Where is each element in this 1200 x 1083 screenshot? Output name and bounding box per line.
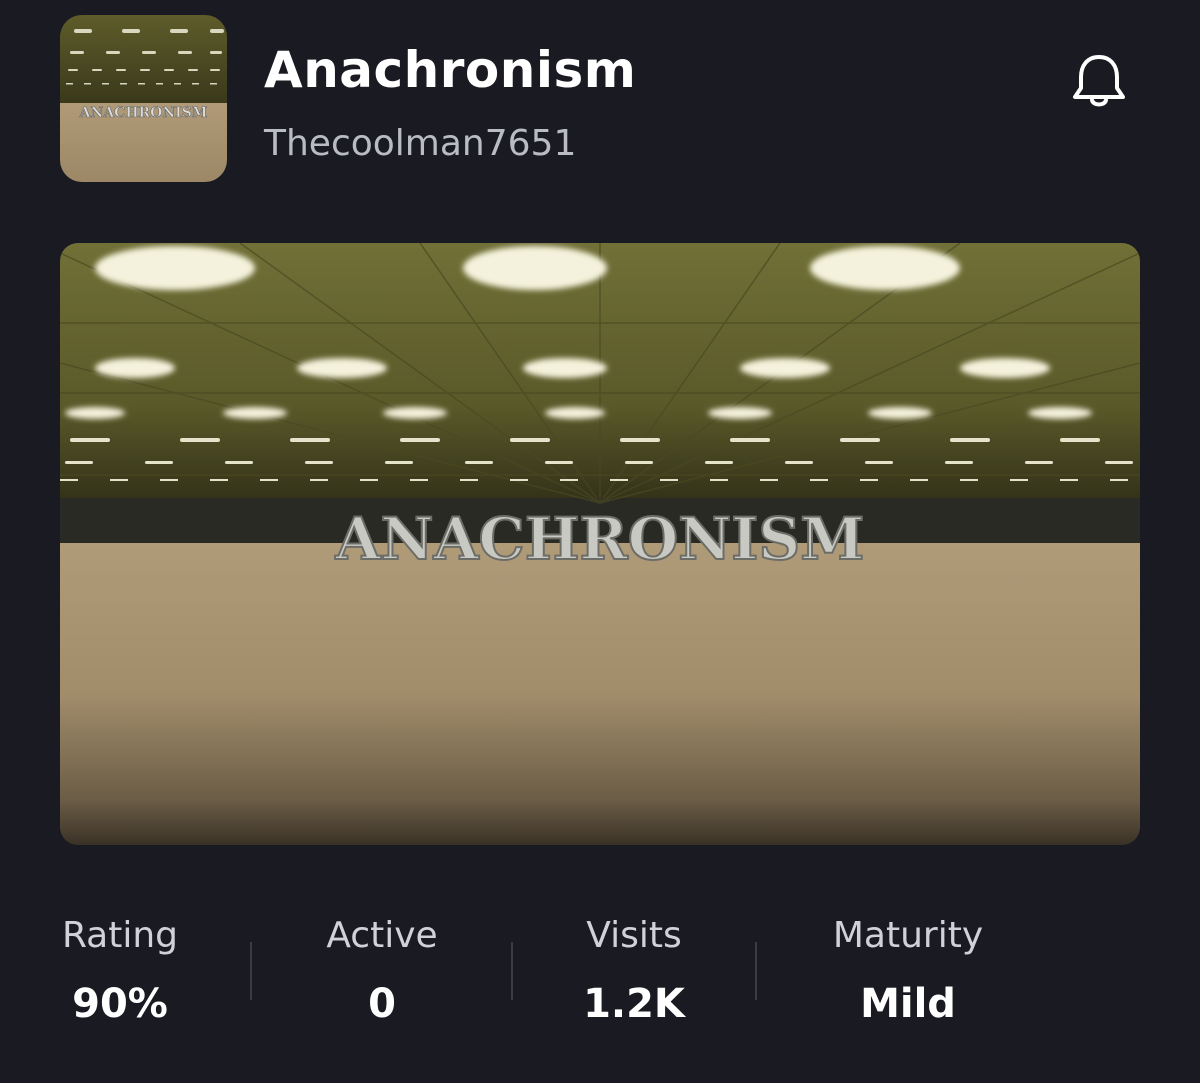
game-title: Anachronism [264, 41, 637, 99]
creator-name[interactable]: Thecoolman7651 [264, 118, 576, 170]
stat-value: Mild [860, 981, 956, 1027]
stat-divider [755, 942, 757, 1000]
stat-label: Active [326, 915, 438, 956]
stat-label: Visits [586, 915, 682, 956]
stat-value: 1.2K [583, 981, 685, 1027]
icon-logo-text: ANACHRONISM [79, 105, 208, 121]
stat-divider [250, 942, 252, 1000]
game-icon-thumbnail[interactable]: ANACHRONISM [60, 15, 227, 182]
stat-label: Maturity [832, 915, 984, 956]
stat-visits: Visits 1.2K [509, 910, 759, 1032]
stat-active: Active 0 [257, 910, 507, 1032]
stat-label: Rating [61, 915, 179, 956]
stat-value: 0 [368, 981, 396, 1027]
stat-maturity: Maturity Mild [783, 910, 1033, 1032]
game-thumbnail[interactable]: ANACHRONISM [60, 243, 1140, 845]
bell-icon[interactable] [1066, 48, 1132, 114]
stat-rating: Rating 90% [0, 910, 245, 1032]
stat-value: 90% [72, 981, 168, 1027]
thumbnail-logo-text: ANACHRONISM [335, 505, 865, 573]
